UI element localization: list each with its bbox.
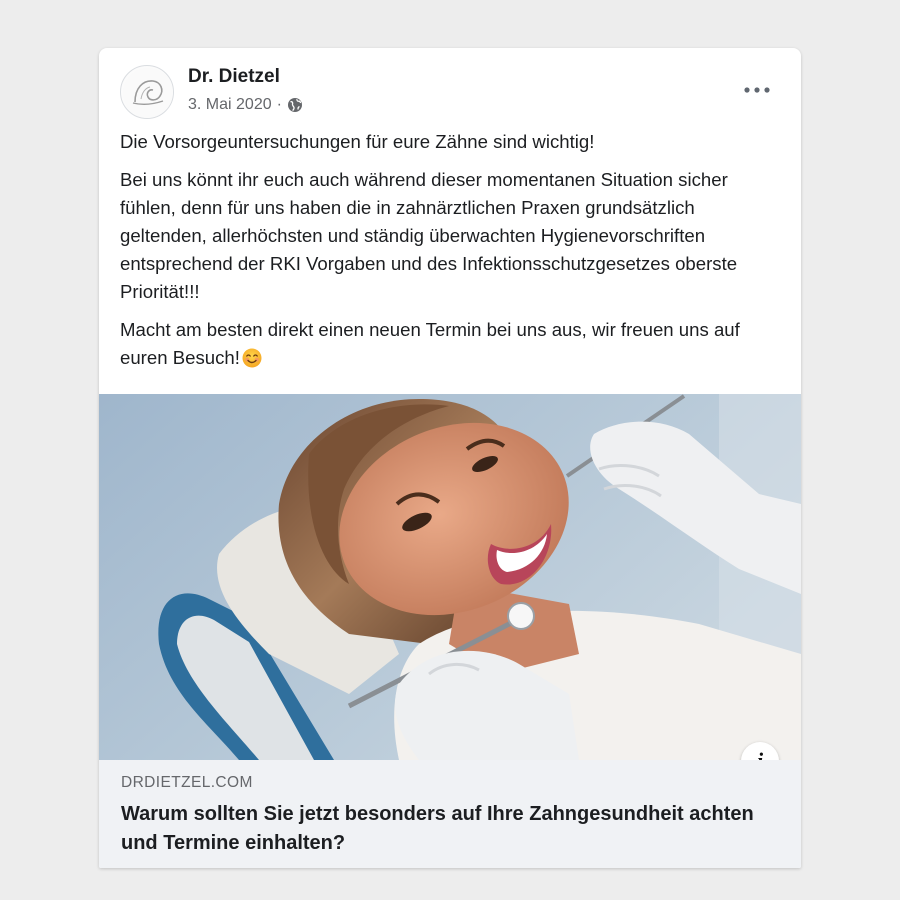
post-meta: 3. Mai 2020 · [188, 96, 303, 114]
post-paragraph-3-text: Macht am besten direkt einen neuen Termi… [120, 319, 740, 368]
post-card: Dr. Dietzel 3. Mai 2020 · Die Vorsorgeun… [99, 48, 801, 868]
smiling-woman-at-dentist-photo [99, 394, 801, 760]
globe-icon [287, 97, 303, 113]
smiling-face-emoji [242, 348, 262, 368]
post-paragraph-3: Macht am besten direkt einen neuen Termi… [120, 316, 782, 372]
post-paragraph-1: Die Vorsorgeuntersuchungen für eure Zähn… [120, 131, 595, 152]
meta-separator: · [276, 96, 282, 113]
author-name[interactable]: Dr. Dietzel [188, 66, 280, 88]
link-domain: DRDIETZEL.COM [121, 774, 253, 791]
practice-logo-icon [123, 68, 173, 118]
link-title[interactable]: Warum sollten Sie jetzt besonders auf Ih… [121, 800, 761, 858]
post-paragraph-2: Bei uns könnt ihr euch auch während dies… [120, 169, 738, 302]
link-preview-image[interactable] [99, 394, 801, 760]
link-preview[interactable]: DRDIETZEL.COM Warum sollten Sie jetzt be… [99, 760, 801, 868]
post-date[interactable]: 3. Mai 2020 [188, 96, 272, 114]
avatar[interactable] [120, 65, 174, 119]
post-text: Die Vorsorgeuntersuchungen für eure Zähn… [120, 128, 782, 382]
more-options-icon[interactable] [741, 78, 773, 102]
